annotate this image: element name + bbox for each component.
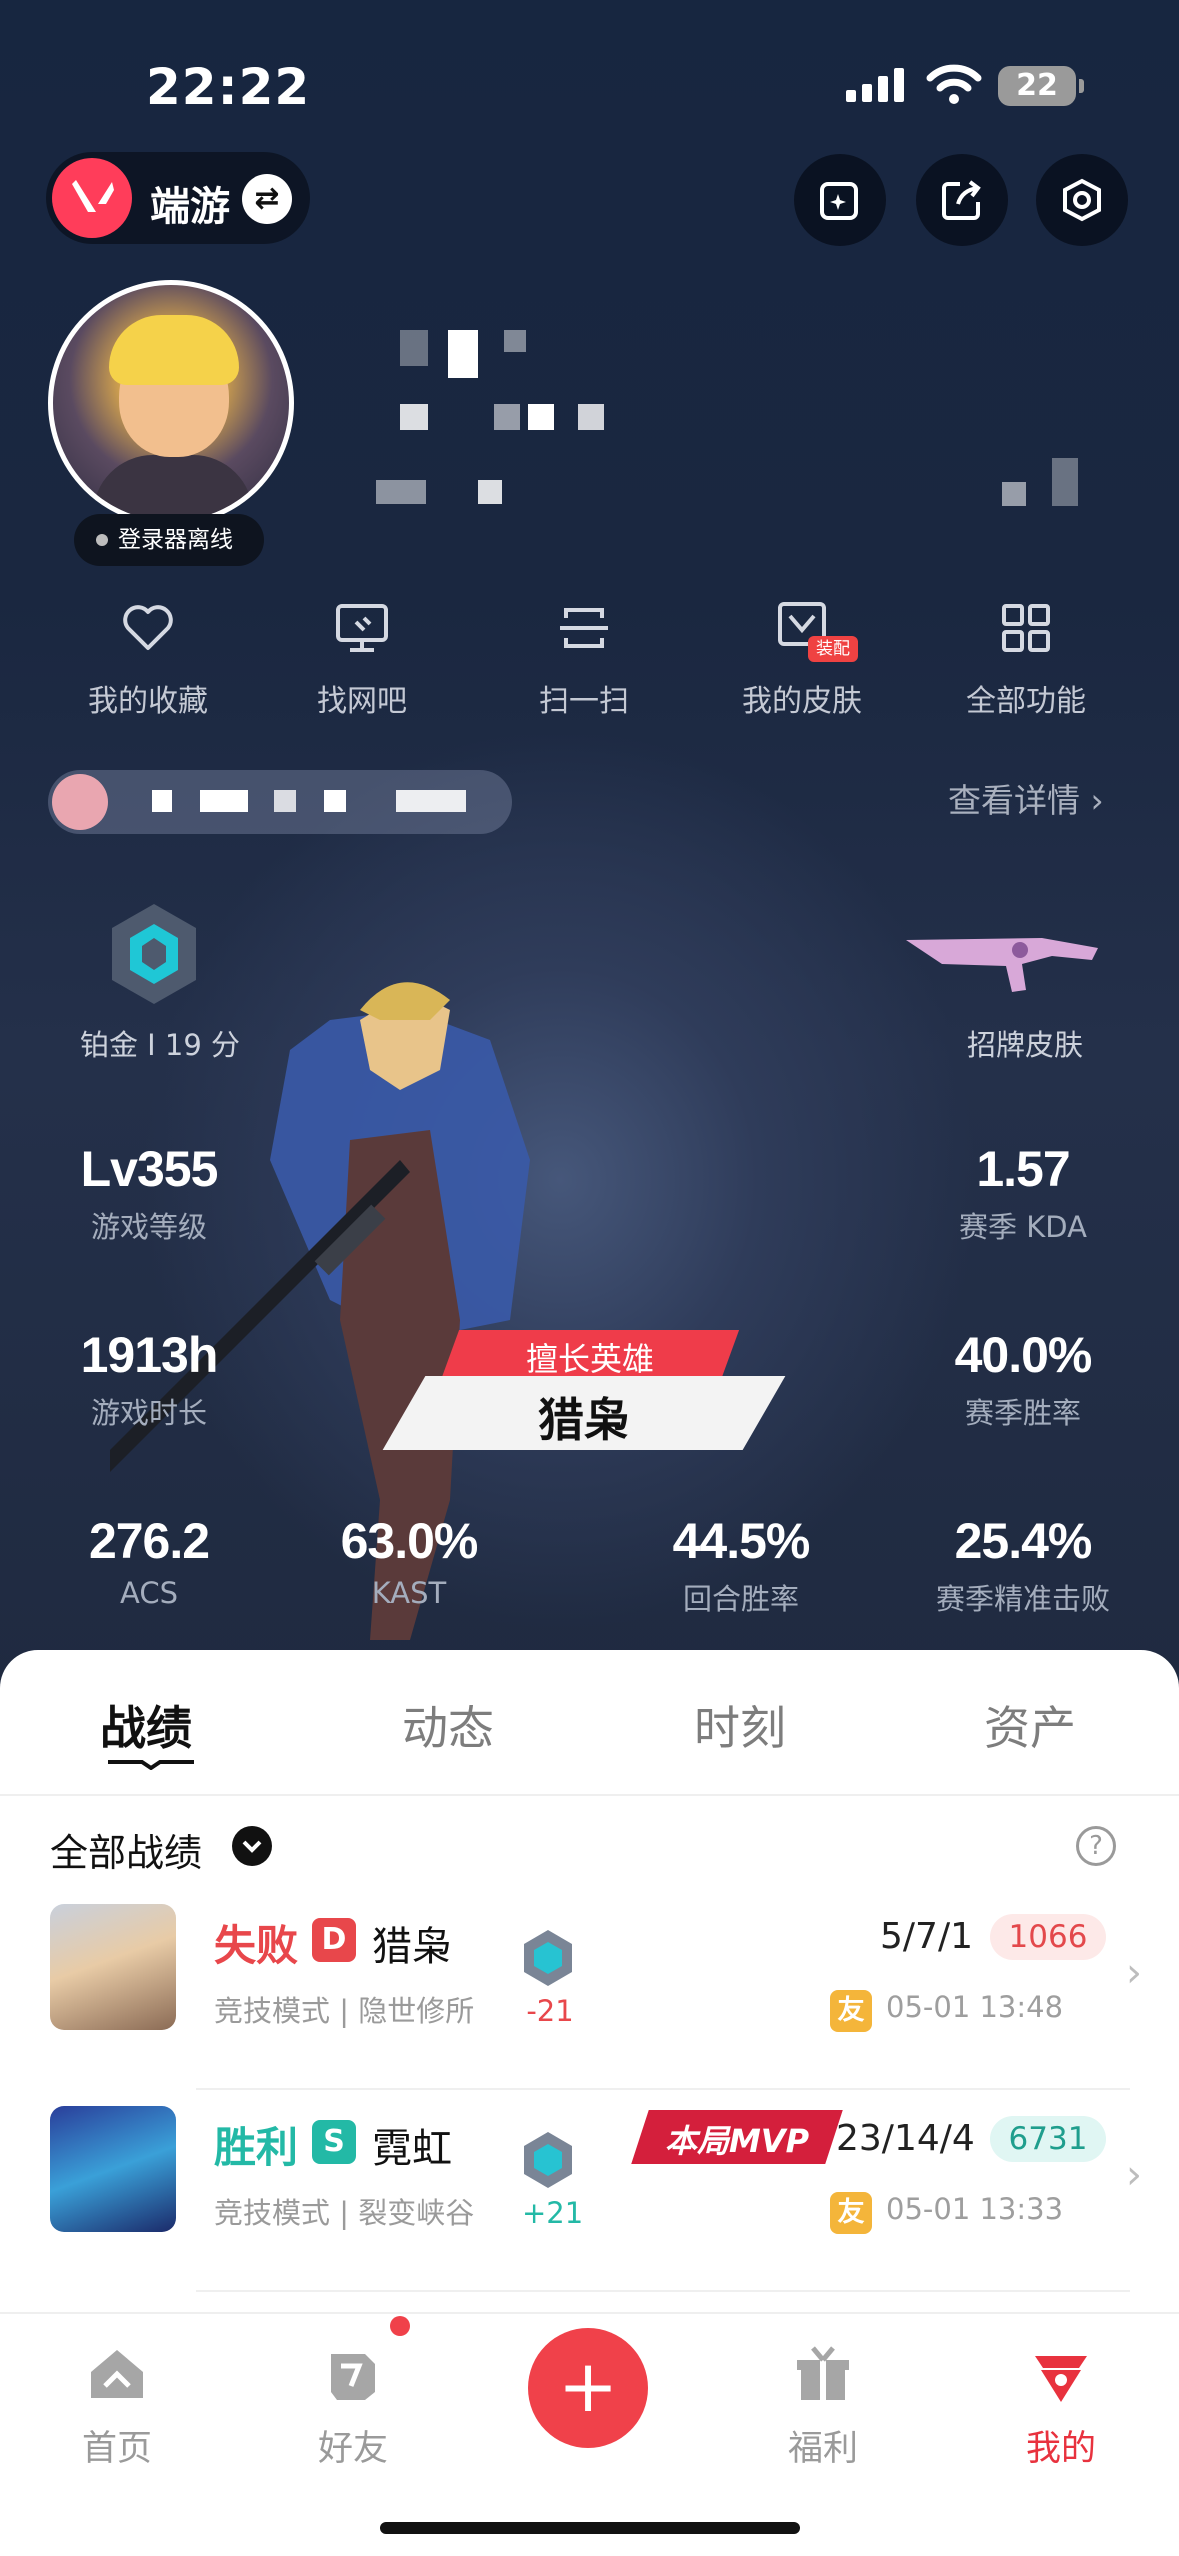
login-status-badge: 登录器离线 (74, 514, 264, 566)
chevron-down-icon[interactable] (232, 1826, 272, 1866)
home-icon (91, 2350, 143, 2398)
swap-icon[interactable]: ⇄ (242, 174, 292, 224)
status-time: 22:22 (146, 58, 311, 116)
nav-friends[interactable]: 好友 (288, 2342, 418, 2471)
stat-kda: 1.57 赛季 KDA (959, 1141, 1087, 1244)
shortcut-favorites[interactable]: 我的收藏 (58, 598, 238, 720)
best-hero-tag: 擅长英雄 (525, 1340, 654, 1378)
stat-winrate: 40.0% 赛季胜率 (954, 1327, 1093, 1430)
settings-button[interactable] (1036, 154, 1128, 246)
skin-label: 招牌皮肤 (966, 1028, 1083, 1062)
rank-icon (524, 2132, 572, 2188)
match-score: 6731 (990, 2116, 1106, 2162)
agent-name: 霓虹 (372, 2126, 452, 2172)
tab-activity[interactable]: 动态 (402, 1692, 494, 1758)
chevron-right-icon: › (1126, 2152, 1142, 2198)
valorant-logo-icon (52, 158, 132, 238)
help-icon[interactable]: ? (1076, 1826, 1116, 1866)
game-name: 端游 (150, 184, 230, 230)
match-row[interactable]: 失败 D 猎枭 竞技模式 | 隐世修所 -21 5/7/1 1066 友 05-… (0, 1904, 1179, 2104)
stat-level: Lv355 游戏等级 (80, 1141, 219, 1244)
create-post-button[interactable]: + (528, 2328, 648, 2448)
stat-kast: 63.0% KAST (340, 1513, 479, 1610)
agent-portrait (50, 2106, 176, 2232)
share-button[interactable] (916, 154, 1008, 246)
tab-moments[interactable]: 时刻 (694, 1692, 786, 1758)
agent-name: 猎枭 (372, 1924, 452, 1970)
mvp-badge: 本局MVP (664, 2122, 810, 2160)
tab-assets[interactable]: 资产 (984, 1692, 1076, 1758)
friend-card[interactable] (48, 770, 512, 834)
grade-badge: D (312, 1918, 356, 1962)
battery-indicator: 22 (998, 66, 1084, 106)
nav-profile[interactable]: 我的 (996, 2342, 1126, 2471)
shortcut-internet-cafe[interactable]: 找网吧 (272, 598, 452, 720)
game-switcher[interactable]: 端游 ⇄ (46, 152, 310, 244)
grade-badge: S (312, 2120, 356, 2164)
stat-round-winrate: 44.5% 回合胜率 (672, 1513, 811, 1616)
match-kda: 5/7/1 (880, 1916, 973, 1957)
match-row[interactable]: 胜利 S 霓虹 竞技模式 | 裂变峡谷 +21 本局MVP 23/14/4 67… (0, 2106, 1179, 2306)
profile-hero: 22:22 22 端游 ⇄ 登录器离线 我的收藏 找网吧 扫一扫 装配 我的皮肤… (0, 0, 1179, 1700)
tab-records[interactable]: 战绩 (100, 1692, 192, 1758)
match-score: 1066 (990, 1914, 1106, 1960)
friends-icon (331, 2354, 375, 2400)
match-time: 05-01 13:33 (886, 2192, 1064, 2226)
friend-badge: 友 (830, 1990, 872, 2032)
add-card-icon (820, 182, 858, 220)
match-result: 失败 (214, 1921, 299, 1970)
stat-acs: 276.2 ACS (88, 1513, 210, 1610)
rank-delta: +21 (522, 2196, 584, 2230)
add-card-button[interactable] (794, 154, 886, 246)
home-indicator[interactable] (380, 2522, 800, 2534)
gift-icon (797, 2346, 849, 2400)
profile-icon (1035, 2356, 1087, 2402)
stat-hours: 1913h 游戏时长 (80, 1327, 219, 1430)
match-mode: 竞技模式 | 裂变峡谷 (214, 2196, 475, 2230)
shortcut-my-skins[interactable]: 装配 我的皮肤 (712, 598, 892, 720)
signal-icon (846, 66, 908, 102)
notification-dot (390, 2316, 410, 2336)
monitor-icon (336, 604, 388, 652)
share-icon (942, 180, 981, 220)
record-filter[interactable]: 全部战绩 (50, 1822, 202, 1877)
match-time: 05-01 13:48 (886, 1990, 1064, 2024)
shortcut-all-features[interactable]: 全部功能 (936, 598, 1116, 720)
rank-icon (524, 1930, 572, 1986)
settings-icon (1063, 178, 1101, 222)
stat-headshot: 25.4% 赛季精准击败 (935, 1513, 1110, 1616)
nav-home[interactable]: 首页 (52, 2342, 182, 2471)
signature-skin-icon (906, 938, 1098, 992)
match-mode: 竞技模式 | 隐世修所 (214, 1994, 475, 2028)
best-hero-name: 猎枭 (538, 1393, 630, 1447)
login-status-label: 登录器离线 (118, 527, 233, 553)
shortcut-scan[interactable]: 扫一扫 (494, 598, 674, 720)
scan-icon (560, 608, 608, 648)
match-kda: 23/14/4 (836, 2118, 975, 2159)
friend-badge: 友 (830, 2192, 872, 2234)
match-result: 胜利 (214, 2123, 299, 2172)
equip-tag: 装配 (808, 636, 858, 662)
nav-benefits[interactable]: 福利 (758, 2342, 888, 2471)
agent-portrait (50, 1904, 176, 2030)
wifi-icon (926, 64, 982, 104)
avatar[interactable] (48, 280, 294, 526)
bottom-nav: 首页 好友 + 福利 我的 (0, 2312, 1179, 2556)
heart-icon (123, 605, 173, 650)
tab-indicator (108, 1760, 194, 1770)
view-details-link[interactable]: 查看详情 › (948, 774, 1104, 822)
friend-avatar (52, 774, 108, 830)
rank-delta: -21 (526, 1994, 574, 2028)
grid-icon (1002, 604, 1050, 652)
chevron-right-icon: › (1126, 1950, 1142, 1996)
